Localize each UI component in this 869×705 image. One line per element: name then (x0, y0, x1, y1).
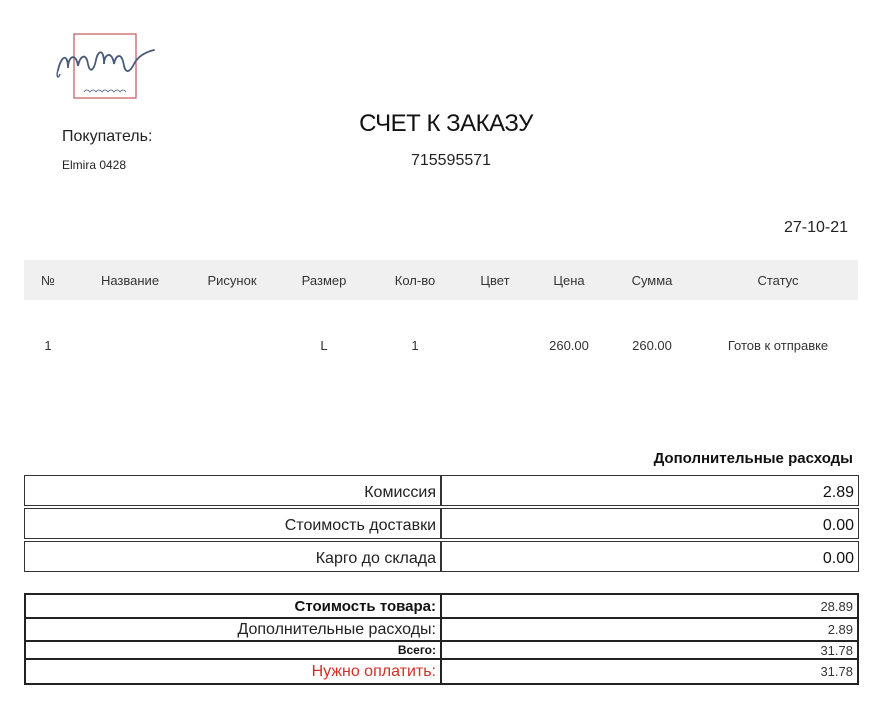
table-row: 1 L 1 260.00 260.00 Готов к отправке (24, 300, 858, 390)
extra-label: Карго до склада (24, 541, 441, 572)
cell-quantity: 1 (411, 337, 419, 353)
amount-due-label: Нужно оплатить: (24, 658, 442, 685)
totals-row-total: Всего: 31.78 (24, 640, 859, 660)
items-table: № Название Рисунок Размер Кол-во Цвет Це… (24, 260, 858, 390)
document-date: 27-10-21 (783, 219, 848, 236)
buyer-name: Elmira 0428 (62, 158, 127, 172)
col-header-number: № (41, 272, 55, 288)
extra-costs-table: Комиссия 2.89 Стоимость доставки 0.00 Ка… (24, 473, 859, 574)
order-number: 715595571 (410, 152, 492, 169)
extra-row-delivery: Стоимость доставки 0.00 (24, 508, 859, 539)
totals-row-goods: Стоимость товара: 28.89 (24, 593, 859, 619)
cell-status: Готов к отправке (727, 337, 829, 353)
goods-cost-value: 28.89 (440, 593, 859, 619)
totals-row-extra: Дополнительные расходы: 2.89 (24, 617, 859, 642)
extra-value: 2.89 (441, 475, 859, 506)
cell-sum: 260.00 (632, 337, 672, 353)
extra-cost-value: 2.89 (440, 617, 859, 642)
col-header-size: Размер (301, 272, 347, 288)
col-header-status: Статус (757, 272, 799, 288)
document-title: СЧЕТ К ЗАКАЗУ (359, 110, 533, 137)
logo-mark-icon (56, 33, 155, 99)
cell-color (458, 300, 532, 390)
extra-value: 0.00 (441, 541, 859, 572)
col-header-price: Цена (553, 272, 585, 288)
col-header-name: Название (100, 272, 160, 288)
total-value: 31.78 (440, 640, 859, 660)
extra-row-commission: Комиссия 2.89 (24, 475, 859, 506)
totals-row-to-pay: Нужно оплатить: 31.78 (24, 658, 859, 685)
items-header-row: № Название Рисунок Размер Кол-во Цвет Це… (24, 260, 858, 300)
cell-size: L (320, 337, 328, 353)
col-header-picture: Рисунок (207, 272, 257, 288)
company-logo (50, 30, 162, 106)
col-header-quantity: Кол-во (394, 272, 436, 288)
cell-number: 1 (44, 337, 52, 353)
extra-value: 0.00 (441, 508, 859, 539)
cell-name (72, 300, 188, 390)
extra-label: Стоимость доставки (24, 508, 441, 539)
extra-costs-heading: Дополнительные расходы (653, 450, 853, 467)
col-header-sum: Сумма (631, 272, 673, 288)
extra-row-cargo: Карго до склада 0.00 (24, 541, 859, 572)
col-header-color: Цвет (480, 272, 510, 288)
extra-label: Комиссия (24, 475, 441, 506)
goods-cost-label: Стоимость товара: (24, 593, 442, 619)
totals-table: Стоимость товара: 28.89 Дополнительные р… (24, 593, 859, 685)
extra-cost-label: Дополнительные расходы: (24, 617, 442, 642)
buyer-label: Покупатель: (62, 128, 153, 145)
amount-due-value: 31.78 (440, 658, 859, 685)
cell-price: 260.00 (549, 337, 589, 353)
total-label: Всего: (24, 640, 442, 660)
cell-picture (188, 300, 276, 390)
